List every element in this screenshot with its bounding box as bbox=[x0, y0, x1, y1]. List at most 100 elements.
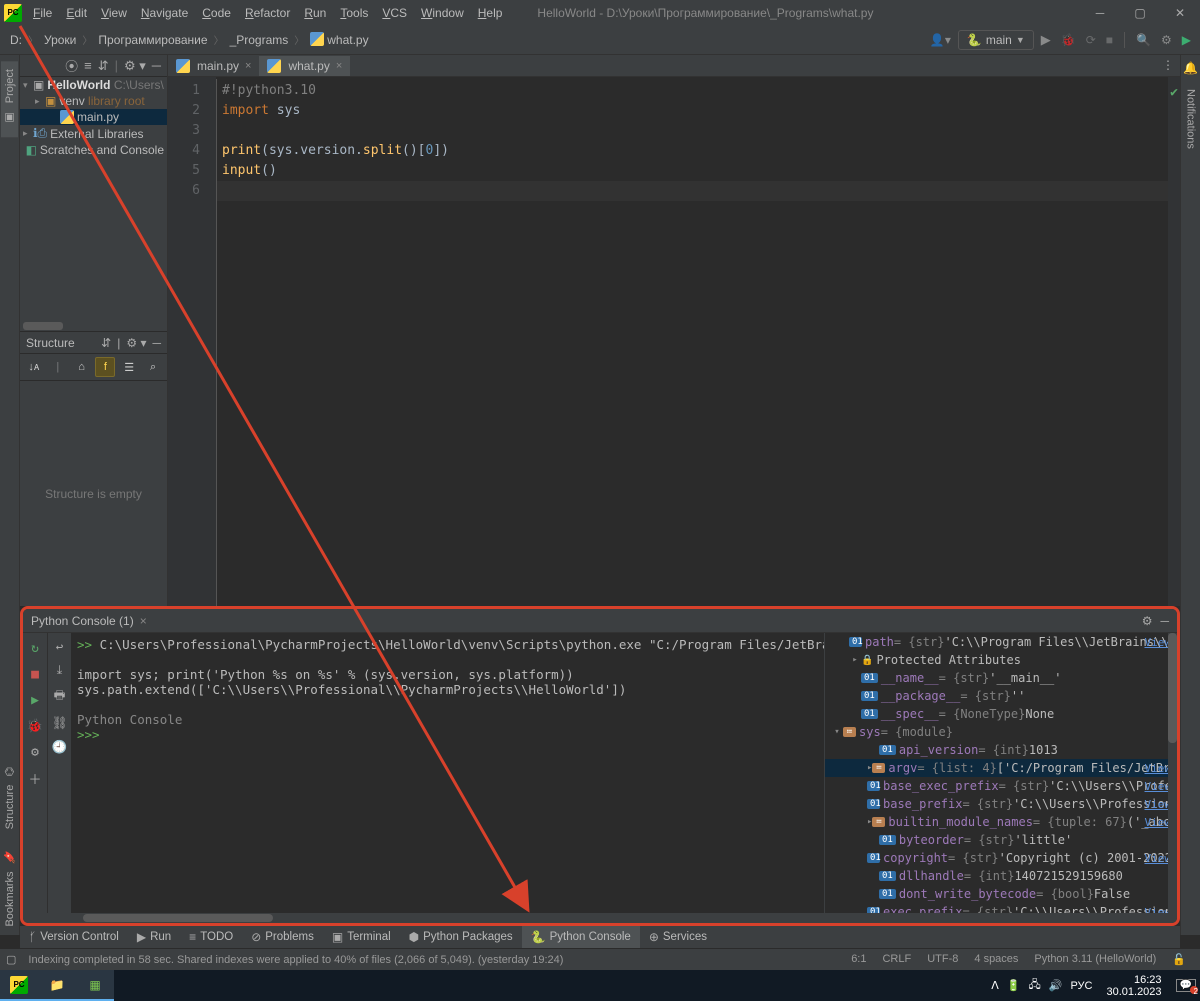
soft-wrap-icon[interactable]: ↩ bbox=[56, 639, 64, 654]
console-gear-icon[interactable]: ⚙ bbox=[1142, 614, 1153, 628]
tray-chevron-icon[interactable]: ᐱ bbox=[991, 979, 999, 992]
console-line-1[interactable] bbox=[77, 652, 818, 667]
debug-icon[interactable]: 🐞 bbox=[26, 717, 44, 735]
menu-edit[interactable]: Edit bbox=[59, 2, 94, 24]
tab-close-icon[interactable]: × bbox=[336, 60, 342, 72]
show-fields-icon[interactable]: f bbox=[95, 357, 115, 377]
bottom-tool-python-packages[interactable]: ⬢Python Packages bbox=[400, 926, 522, 948]
crumb-3[interactable]: _Programs bbox=[226, 33, 293, 47]
show-inherited-icon[interactable]: ⌂ bbox=[72, 357, 92, 377]
tree-root[interactable]: ▾▣HelloWorld C:\Users\ bbox=[20, 77, 167, 93]
history-icon[interactable]: 🕘 bbox=[52, 739, 68, 755]
menu-navigate[interactable]: Navigate bbox=[134, 2, 195, 24]
var-copyright[interactable]: 01copyright = {str} 'Copyright (c) 2001-… bbox=[825, 849, 1177, 867]
user-icon[interactable]: 👤▾ bbox=[927, 30, 954, 50]
close-button[interactable]: ✕ bbox=[1160, 0, 1200, 25]
sort-alpha-icon[interactable]: ↓ᴀ bbox=[24, 357, 44, 377]
bottom-tool-version-control[interactable]: ᚶVersion Control bbox=[20, 926, 128, 948]
tray-clock[interactable]: 16:23 30.01.2023 bbox=[1100, 974, 1167, 998]
var-argv[interactable]: ▸≔argv = {list: 4} ['C:/Program Files/Je… bbox=[825, 759, 1177, 777]
crumb-2[interactable]: Программирование bbox=[94, 33, 211, 47]
var-dllhandle[interactable]: 01dllhandle = {int} 140721529159680 bbox=[825, 867, 1177, 885]
console-hide-icon[interactable]: ─ bbox=[1160, 614, 1169, 628]
crumb-0[interactable]: D: bbox=[6, 33, 26, 47]
menu-tools[interactable]: Tools bbox=[333, 2, 375, 24]
var-sys[interactable]: ▾≔sys = {module} bbox=[825, 723, 1177, 741]
console-tab-close-icon[interactable]: × bbox=[140, 614, 147, 628]
var---package--[interactable]: 01__package__ = {str} '' bbox=[825, 687, 1177, 705]
show-methods-icon[interactable]: ☰ bbox=[119, 357, 139, 377]
scroll-end-icon[interactable]: ⤓ bbox=[57, 662, 63, 678]
settings2-icon[interactable]: ⚙ bbox=[26, 743, 44, 761]
menu-window[interactable]: Window bbox=[414, 2, 471, 24]
bottom-tool-todo[interactable]: ≡TODO bbox=[180, 926, 242, 948]
var-api-version[interactable]: 01api_version = {int} 1013 bbox=[825, 741, 1177, 759]
settings-icon[interactable]: ⚙ bbox=[1158, 30, 1175, 50]
console-line-3[interactable]: sys.path.extend(['C:\\Users\\Professiona… bbox=[77, 682, 818, 697]
variables-scrollbar[interactable] bbox=[1168, 633, 1177, 913]
maximize-button[interactable]: ▢ bbox=[1120, 0, 1160, 25]
console-line-0[interactable]: >> C:\Users\Professional\PycharmProjects… bbox=[77, 637, 818, 652]
tree-ext-lib[interactable]: ▸ℹ⎙External Libraries bbox=[20, 125, 167, 142]
status-side-icon[interactable]: ▢ bbox=[6, 953, 16, 966]
console-output[interactable]: >> C:\Users\Professional\PycharmProjects… bbox=[71, 633, 824, 913]
var-base-exec-prefix[interactable]: 01base_exec_prefix = {str} 'C:\\Users\\P… bbox=[825, 777, 1177, 795]
tab-close-icon[interactable]: × bbox=[245, 60, 251, 72]
line-separator[interactable]: CRLF bbox=[874, 953, 919, 966]
structure-tool-tab[interactable]: Structure ⌬ bbox=[1, 754, 18, 837]
search-icon[interactable]: 🔍 bbox=[1133, 30, 1154, 50]
var-exec-prefix[interactable]: 01exec_prefix = {str} 'C:\\Users\\Profes… bbox=[825, 903, 1177, 913]
interpreter[interactable]: Python 3.11 (HelloWorld) bbox=[1026, 953, 1164, 966]
structure-expand-icon[interactable]: ⇵ bbox=[101, 336, 111, 350]
minimize-button[interactable]: ─ bbox=[1080, 0, 1120, 25]
run-config-selector[interactable]: 🐍 main ▼ bbox=[958, 30, 1034, 50]
var-builtin-module-names[interactable]: ▸≔builtin_module_names = {tuple: 67} ('_… bbox=[825, 813, 1177, 831]
crumb-1[interactable]: Уроки bbox=[40, 33, 80, 47]
tree-scratches[interactable]: ◧Scratches and Console bbox=[20, 142, 167, 158]
print-icon[interactable]: 🖶 bbox=[54, 686, 66, 707]
var-base-prefix[interactable]: 01base_prefix = {str} 'C:\\Users\\Profes… bbox=[825, 795, 1177, 813]
variables-panel[interactable]: 01path = {str} 'C:\\Program Files\\JetBr… bbox=[824, 633, 1177, 913]
stop-icon[interactable]: ■ bbox=[26, 665, 44, 683]
notifications-bell-icon[interactable]: 🔔 bbox=[1181, 55, 1200, 81]
tree-main-py[interactable]: main.py bbox=[20, 109, 167, 125]
more-run-icon[interactable]: ⟳ bbox=[1083, 30, 1099, 50]
var-path[interactable]: 01path = {str} 'C:\\Program Files\\JetBr… bbox=[825, 633, 1177, 651]
project-tool-tab[interactable]: ▣ Project bbox=[1, 61, 18, 137]
var---spec--[interactable]: 01__spec__ = {NoneType} None bbox=[825, 705, 1177, 723]
console-line-5[interactable]: Python Console bbox=[77, 712, 818, 727]
console-line-2[interactable]: import sys; print('Python %s on %s' % (s… bbox=[77, 667, 818, 682]
caret-position[interactable]: 6:1 bbox=[843, 953, 874, 966]
tab-what.py[interactable]: what.py× bbox=[259, 56, 350, 76]
code-area[interactable]: #!python3.10import sys print(sys.version… bbox=[216, 77, 1168, 606]
structure-collapse-icon[interactable]: | bbox=[117, 336, 120, 350]
collapse-all-icon[interactable]: ⇵ bbox=[98, 58, 109, 74]
var-dont-write-bytecode[interactable]: 01dont_write_bytecode = {bool} False bbox=[825, 885, 1177, 903]
bottom-tool-terminal[interactable]: ▣Terminal bbox=[323, 926, 400, 948]
expand-all-icon[interactable]: ≡ bbox=[84, 58, 92, 73]
code-line-3[interactable] bbox=[222, 121, 1168, 141]
code-line-2[interactable]: import sys bbox=[222, 101, 1168, 121]
tray-volume-icon[interactable]: 🔊 bbox=[1049, 979, 1063, 992]
menu-refactor[interactable]: Refactor bbox=[238, 2, 297, 24]
structure-hide-icon[interactable]: ─ bbox=[152, 336, 161, 350]
code-line-6[interactable] bbox=[222, 181, 1168, 201]
tree-venv[interactable]: ▸▣venv library root bbox=[20, 93, 167, 109]
pycharm-task-icon[interactable]: PC bbox=[0, 970, 38, 1001]
tray-battery-icon[interactable]: 🔋 bbox=[1007, 979, 1021, 992]
bottom-tool-python-console[interactable]: 🐍Python Console bbox=[522, 926, 640, 948]
menu-run[interactable]: Run bbox=[297, 2, 333, 24]
execute-icon[interactable]: ▶ bbox=[26, 691, 44, 709]
show-lambdas-icon[interactable]: ⌕ bbox=[143, 357, 163, 377]
project-tree[interactable]: ▾▣HelloWorld C:\Users\ ▸▣venv library ro… bbox=[20, 77, 167, 321]
editor-tabs-menu-icon[interactable]: ⋮ bbox=[1162, 58, 1174, 72]
debug-button[interactable]: 🐞 bbox=[1058, 30, 1079, 50]
readonly-lock-icon[interactable]: 🔓 bbox=[1164, 953, 1194, 966]
explorer-task-icon[interactable]: 📁 bbox=[38, 970, 76, 1001]
spreadsheet-task-icon[interactable]: ▦ bbox=[76, 970, 114, 1001]
tray-notifications-icon[interactable]: 💬2 bbox=[1176, 979, 1196, 992]
structure-gear-icon[interactable]: ⚙ ▾ bbox=[126, 336, 146, 350]
bookmarks-tool-tab[interactable]: Bookmarks 🔖 bbox=[1, 837, 18, 935]
code-with-me-icon[interactable]: ▶ bbox=[1179, 30, 1194, 50]
new-console-icon[interactable]: ＋ bbox=[26, 769, 44, 787]
